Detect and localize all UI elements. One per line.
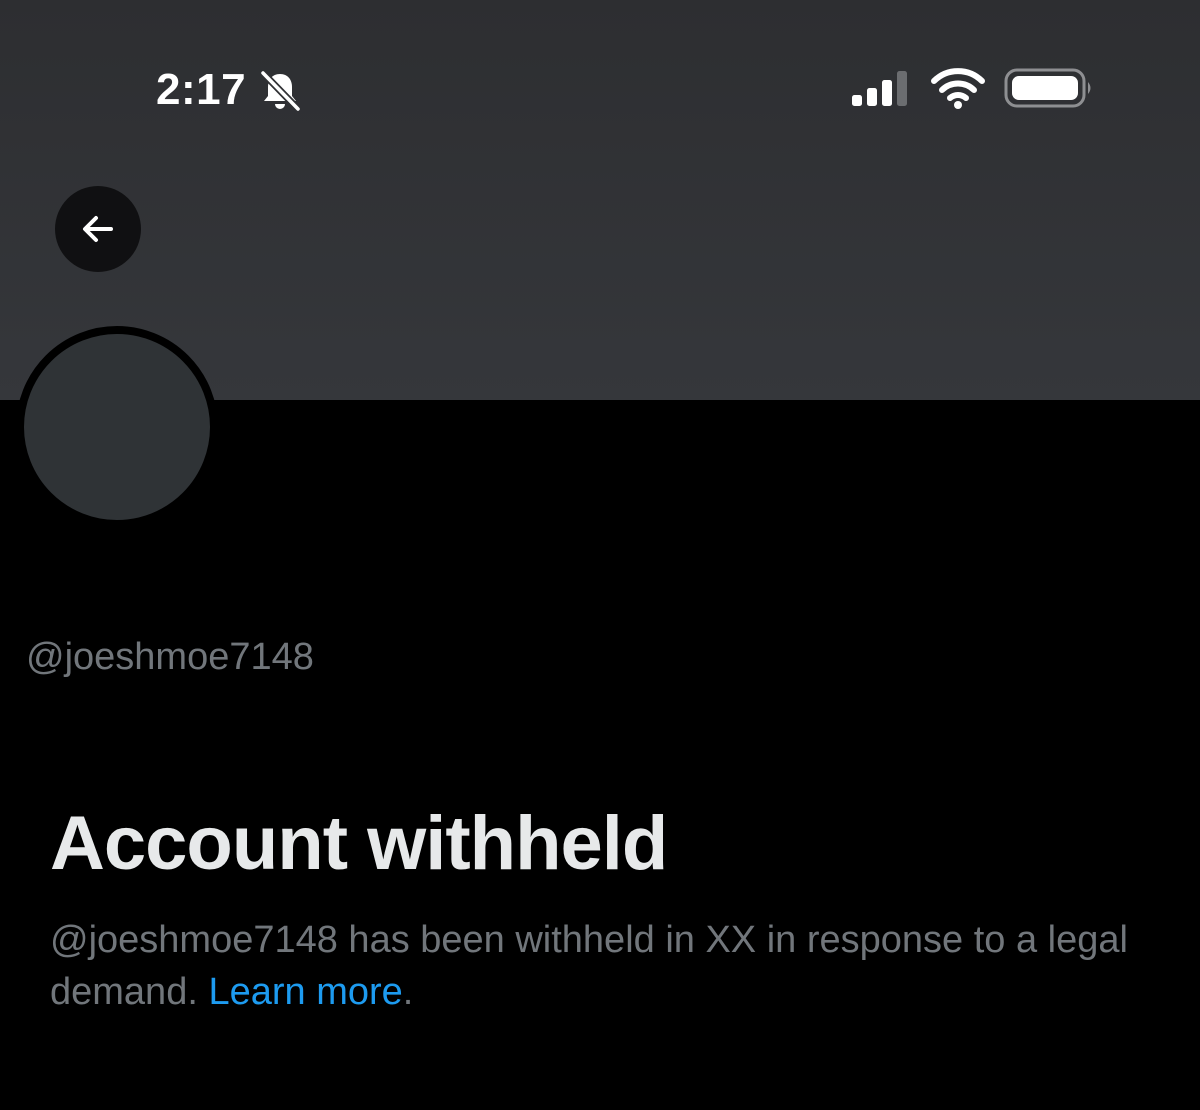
bell-slash-icon (260, 70, 301, 112)
avatar[interactable] (16, 326, 218, 528)
status-bar: 2:17 (0, 0, 1200, 180)
learn-more-link[interactable]: Learn more (208, 971, 402, 1013)
profile-handle: @joeshmoe7148 (26, 636, 314, 678)
back-button[interactable] (55, 186, 141, 272)
withheld-message-period: . (402, 971, 414, 1013)
wifi-icon (931, 68, 985, 109)
withheld-message: @joeshmoe7148 has been withheld in XX in… (50, 914, 1170, 1018)
page-title: Account withheld (50, 801, 668, 886)
status-time: 2:17 (156, 65, 247, 114)
battery-icon (1004, 68, 1091, 108)
arrow-left-icon (83, 216, 113, 242)
cellular-signal-icon (852, 71, 907, 106)
